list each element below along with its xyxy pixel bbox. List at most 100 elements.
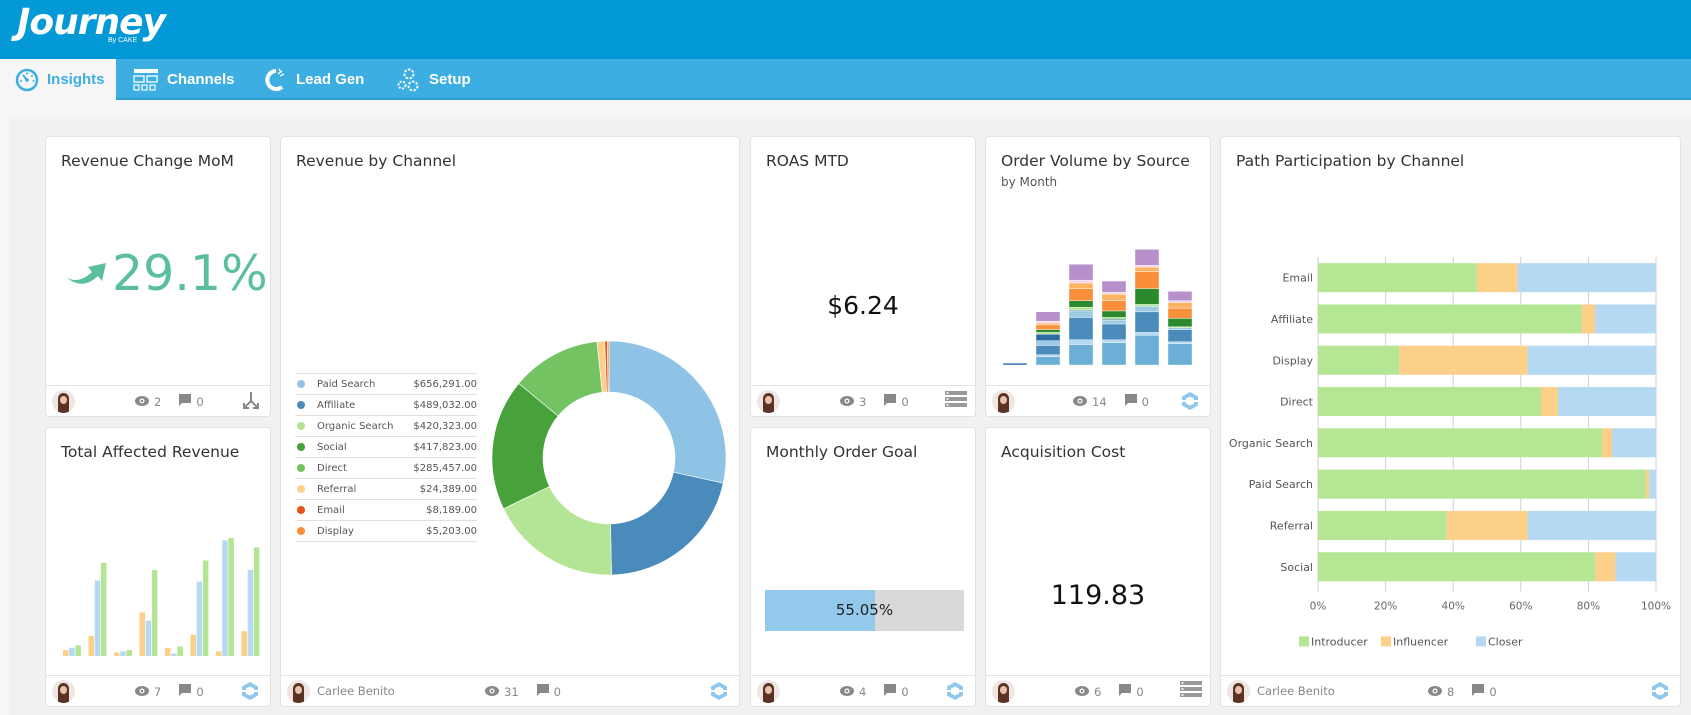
bar-green[interactable]: [202, 560, 209, 656]
stack-segment[interactable]: [1167, 291, 1193, 301]
bar-green[interactable]: [126, 650, 132, 656]
nav-tab-channels[interactable]: Channels: [118, 59, 250, 100]
bar-segment-closer[interactable]: [1527, 345, 1656, 375]
nav-tab-lead-gen[interactable]: Lead Gen: [247, 59, 379, 100]
stack-segment[interactable]: [1002, 362, 1028, 366]
stack-segment[interactable]: [1167, 341, 1193, 344]
stack-segment[interactable]: [1167, 302, 1193, 309]
stack-segment[interactable]: [1068, 279, 1094, 284]
user-avatar[interactable]: [287, 680, 310, 703]
stack-segment[interactable]: [1134, 306, 1160, 313]
stack-segment[interactable]: [1035, 329, 1061, 333]
bar-blue[interactable]: [94, 580, 101, 656]
donut-slice-affiliate[interactable]: [610, 471, 724, 576]
bar-segment-influencer[interactable]: [1446, 510, 1528, 540]
bar-green[interactable]: [151, 569, 158, 656]
bar-green[interactable]: [228, 538, 234, 656]
bar-orange[interactable]: [63, 650, 69, 656]
stack-segment[interactable]: [1068, 344, 1094, 366]
stack-segment[interactable]: [1068, 264, 1094, 281]
bar-segment-introducer[interactable]: [1318, 469, 1646, 499]
stack-segment[interactable]: [1101, 310, 1127, 318]
bar-segment-closer[interactable]: [1649, 469, 1656, 499]
nav-tab-setup[interactable]: Setup: [380, 59, 486, 100]
bar-blue[interactable]: [69, 647, 75, 656]
user-avatar[interactable]: [52, 680, 75, 703]
bar-segment-influencer[interactable]: [1476, 263, 1518, 293]
stack-segment[interactable]: [1035, 354, 1061, 357]
list-icon[interactable]: [945, 391, 967, 411]
bar-green[interactable]: [253, 547, 260, 656]
nav-tab-insights[interactable]: Insights: [0, 59, 116, 100]
bar-orange[interactable]: [165, 647, 171, 656]
stack-segment[interactable]: [1101, 317, 1127, 320]
stack-segment[interactable]: [1134, 304, 1160, 307]
expand-icon[interactable]: [240, 391, 262, 411]
bar-orange[interactable]: [114, 652, 120, 656]
bar-orange[interactable]: [216, 651, 222, 656]
stack-segment[interactable]: [1035, 332, 1061, 335]
legend-row[interactable]: Paid Search $656,291.00: [295, 374, 477, 395]
legend-row[interactable]: Referral $24,389.00: [295, 479, 477, 500]
refresh-icon[interactable]: [1650, 681, 1672, 701]
bar-segment-closer[interactable]: [1595, 304, 1656, 334]
stack-segment[interactable]: [1167, 327, 1193, 330]
legend-row[interactable]: Direct $285,457.00: [295, 458, 477, 479]
stack-segment[interactable]: [1167, 343, 1193, 366]
legend-label[interactable]: Introducer: [1311, 635, 1368, 648]
stack-segment[interactable]: [1035, 322, 1061, 326]
bar-segment-closer[interactable]: [1612, 428, 1656, 458]
journey-logo[interactable]: Journey: [17, 2, 166, 43]
stack-segment[interactable]: [1134, 249, 1160, 266]
refresh-icon[interactable]: [709, 681, 731, 701]
bar-segment-influencer[interactable]: [1645, 469, 1650, 499]
stack-segment[interactable]: [1134, 311, 1160, 333]
stack-segment[interactable]: [1134, 288, 1160, 305]
bar-green[interactable]: [75, 645, 81, 656]
stack-segment[interactable]: [1035, 311, 1061, 322]
user-avatar[interactable]: [992, 680, 1015, 703]
stack-segment[interactable]: [1035, 324, 1061, 330]
bar-segment-introducer[interactable]: [1318, 345, 1400, 375]
bar-segment-closer[interactable]: [1615, 552, 1656, 582]
stack-segment[interactable]: [1068, 339, 1094, 345]
stack-segment[interactable]: [1035, 356, 1061, 366]
refresh-icon[interactable]: [945, 681, 967, 701]
list-icon[interactable]: [1180, 681, 1202, 701]
bar-blue[interactable]: [120, 651, 126, 656]
stack-segment[interactable]: [1035, 334, 1061, 341]
bar-orange[interactable]: [139, 612, 146, 656]
refresh-icon[interactable]: [240, 681, 262, 701]
stack-segment[interactable]: [1167, 300, 1193, 303]
refresh-icon[interactable]: [1180, 391, 1202, 411]
bar-segment-introducer[interactable]: [1318, 304, 1582, 334]
stack-segment[interactable]: [1167, 329, 1193, 342]
legend-row[interactable]: Organic Search $420,323.00: [295, 416, 477, 437]
donut-slice-paid-search[interactable]: [608, 340, 727, 484]
stack-segment[interactable]: [1101, 300, 1127, 312]
user-avatar[interactable]: [992, 390, 1015, 413]
bar-segment-closer[interactable]: [1517, 263, 1656, 293]
bar-blue[interactable]: [222, 540, 228, 656]
legend-label[interactable]: Influencer: [1393, 635, 1449, 648]
stack-segment[interactable]: [1035, 320, 1061, 324]
bar-segment-influencer[interactable]: [1581, 304, 1596, 334]
bar-segment-introducer[interactable]: [1318, 387, 1542, 417]
bar-orange[interactable]: [241, 631, 248, 656]
stack-segment[interactable]: [1167, 307, 1193, 319]
stack-segment[interactable]: [1101, 339, 1127, 343]
user-avatar[interactable]: [52, 390, 75, 413]
bar-segment-introducer[interactable]: [1318, 552, 1596, 582]
stack-segment[interactable]: [1134, 266, 1160, 272]
bar-segment-closer[interactable]: [1557, 387, 1656, 417]
stack-segment[interactable]: [1068, 282, 1094, 289]
bar-segment-introducer[interactable]: [1318, 263, 1477, 293]
stack-segment[interactable]: [1134, 332, 1160, 336]
stack-segment[interactable]: [1134, 334, 1160, 366]
stack-segment[interactable]: [1035, 345, 1061, 355]
bar-blue[interactable]: [247, 569, 254, 656]
stack-segment[interactable]: [1068, 288, 1094, 301]
bar-segment-influencer[interactable]: [1601, 428, 1613, 458]
bar-segment-introducer[interactable]: [1318, 428, 1602, 458]
stack-segment[interactable]: [1101, 323, 1127, 341]
